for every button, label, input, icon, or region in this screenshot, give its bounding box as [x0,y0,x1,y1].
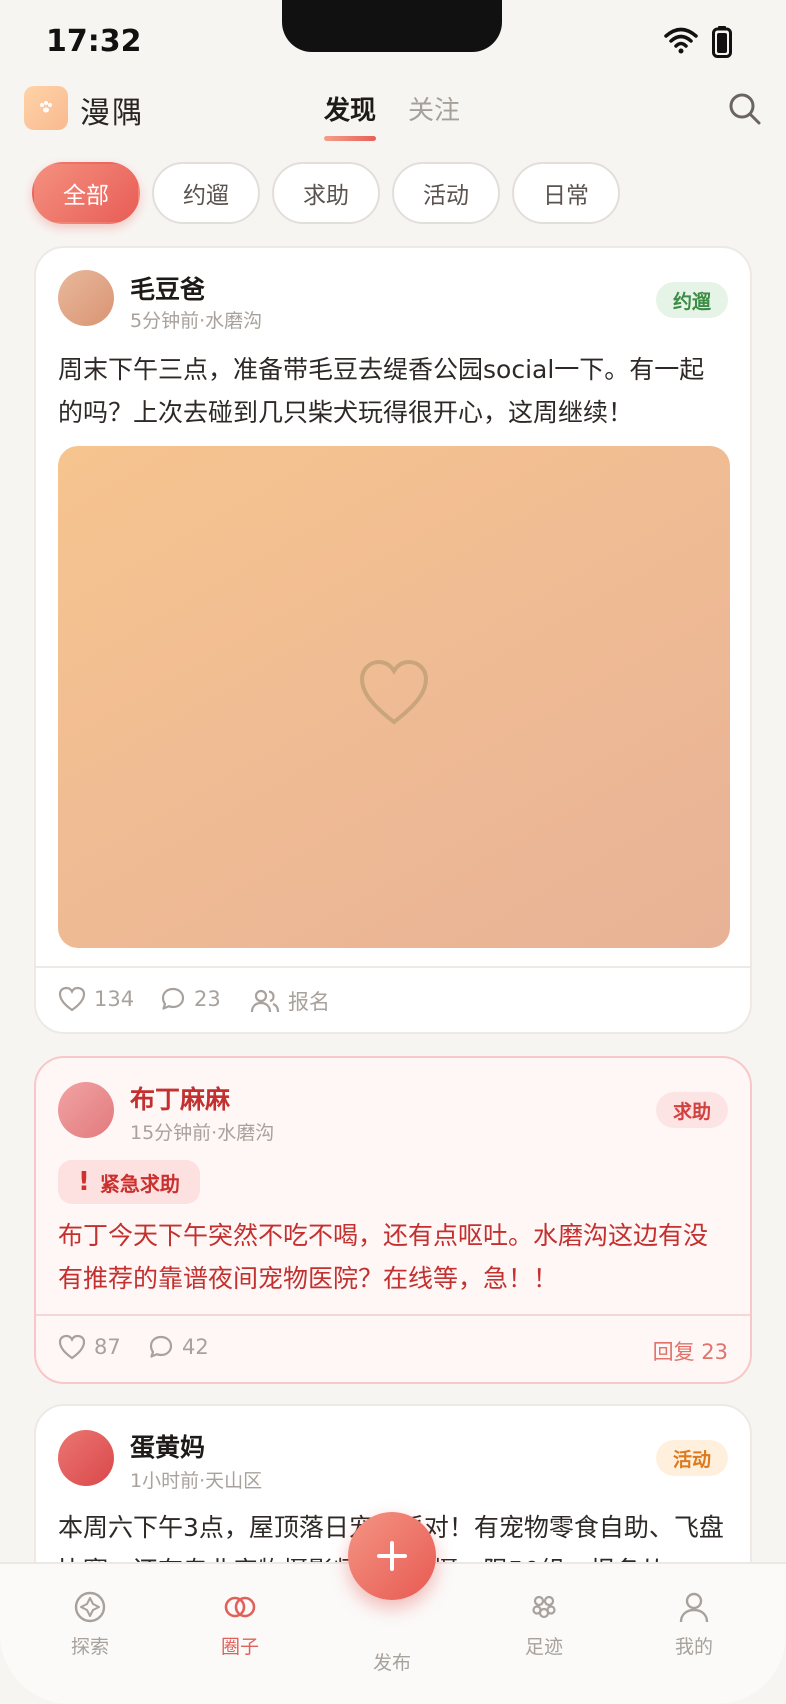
filter-chip-daily[interactable]: 日常 [512,162,620,224]
alert-icon: ! [78,1167,90,1197]
like-count: 134 [94,987,135,1011]
nav-explore-label: 探索 [70,1636,109,1658]
app-name: 漫隅 [80,96,144,131]
post-username[interactable]: 毛豆爸 [130,270,205,306]
circles-icon [224,1596,256,1618]
post-tag: 约遛 [656,282,728,318]
post-meta: 1小时前·天山区 [130,1470,263,1492]
like-button[interactable]: 87 [58,1334,121,1360]
publish-button[interactable] [348,1512,436,1600]
post-image[interactable] [58,446,730,948]
post-text: 周末下午三点，准备带毛豆去缇香公园social一下。有一起的吗？上次去碰到几只柴… [58,355,705,427]
tab-discover[interactable]: 发现 [324,90,376,127]
paw-icon [532,1595,556,1619]
comment-count: 23 [194,987,221,1011]
plus-icon [377,1541,407,1571]
user-icon [679,1592,709,1623]
signup-button[interactable]: 报名 [250,986,330,1016]
heart-placeholder-icon [359,659,429,725]
nav-explore[interactable]: 探索 [50,1590,130,1659]
publish-label: 发布 [372,1652,411,1674]
urgent-label: 紧急求助 [99,1171,180,1196]
post-card[interactable]: 毛豆爸 5分钟前·水磨沟 约遛 周末下午三点，准备带毛豆去缇香公园social一… [34,246,752,1034]
tab-follow[interactable]: 关注 [408,90,460,127]
urgent-badge: ! 紧急求助 [58,1160,200,1204]
nav-circles-label: 圈子 [220,1636,259,1658]
nav-circles[interactable]: 圈子 [200,1590,280,1659]
comment-icon [161,987,185,1010]
status-bar: 17:32 [0,0,786,80]
phone-screen: 17:32 漫隅 发现 关注 全部 约遛 求助 活动 日常 毛豆爸 5分钟前·水… [0,0,786,1704]
compass-icon [74,1591,106,1623]
paw-logo-icon [40,101,52,113]
camera-notch [282,0,502,52]
status-time: 17:32 [46,24,142,59]
search-icon[interactable] [728,92,762,126]
app-header: 漫隅 发现 关注 [0,80,786,141]
app-logo [24,86,68,130]
filter-chip-all[interactable]: 全部 [32,162,140,224]
post-username[interactable]: 蛋黄妈 [130,1428,205,1464]
post-tag: 活动 [656,1440,728,1476]
post-meta: 5分钟前·水磨沟 [130,310,263,332]
reply-link[interactable]: 回复 23 [653,1336,728,1366]
battery-icon [712,26,732,58]
avatar[interactable] [58,270,114,326]
heart-icon [58,986,86,1012]
post-card-urgent[interactable]: 布丁麻麻 15分钟前·水磨沟 求助 ! 紧急求助 布丁今天下午突然不吃不喝，还有… [34,1056,752,1384]
nav-footprints[interactable]: 足迹 [504,1590,584,1659]
signup-label: 报名 [288,990,330,1014]
comment-icon [149,1335,173,1358]
nav-profile-label: 我的 [674,1636,713,1658]
comment-button[interactable]: 42 [148,1334,209,1360]
comment-count: 42 [182,1335,209,1359]
like-button[interactable]: 134 [58,986,134,1012]
nav-profile[interactable]: 我的 [654,1590,734,1659]
post-text: 布丁今天下午突然不吃不喝，还有点呕吐。水磨沟这边有没有推荐的靠谱夜间宠物医院？在… [58,1221,709,1293]
wifi-icon [664,27,698,54]
people-icon [250,989,280,1013]
tab-active-indicator [324,136,376,141]
post-tag: 求助 [656,1092,728,1128]
divider [36,966,750,968]
post-username[interactable]: 布丁麻麻 [130,1080,230,1116]
nav-footprints-label: 足迹 [524,1636,563,1658]
filter-chip-help[interactable]: 求助 [272,162,380,224]
heart-icon [58,1334,86,1360]
divider [36,1314,750,1316]
avatar[interactable] [58,1430,114,1486]
like-count: 87 [94,1335,121,1359]
filter-chip-event[interactable]: 活动 [392,162,500,224]
comment-button[interactable]: 23 [160,986,221,1012]
filter-chip-walk[interactable]: 约遛 [152,162,260,224]
post-meta: 15分钟前·水磨沟 [130,1122,275,1144]
avatar[interactable] [58,1082,114,1138]
